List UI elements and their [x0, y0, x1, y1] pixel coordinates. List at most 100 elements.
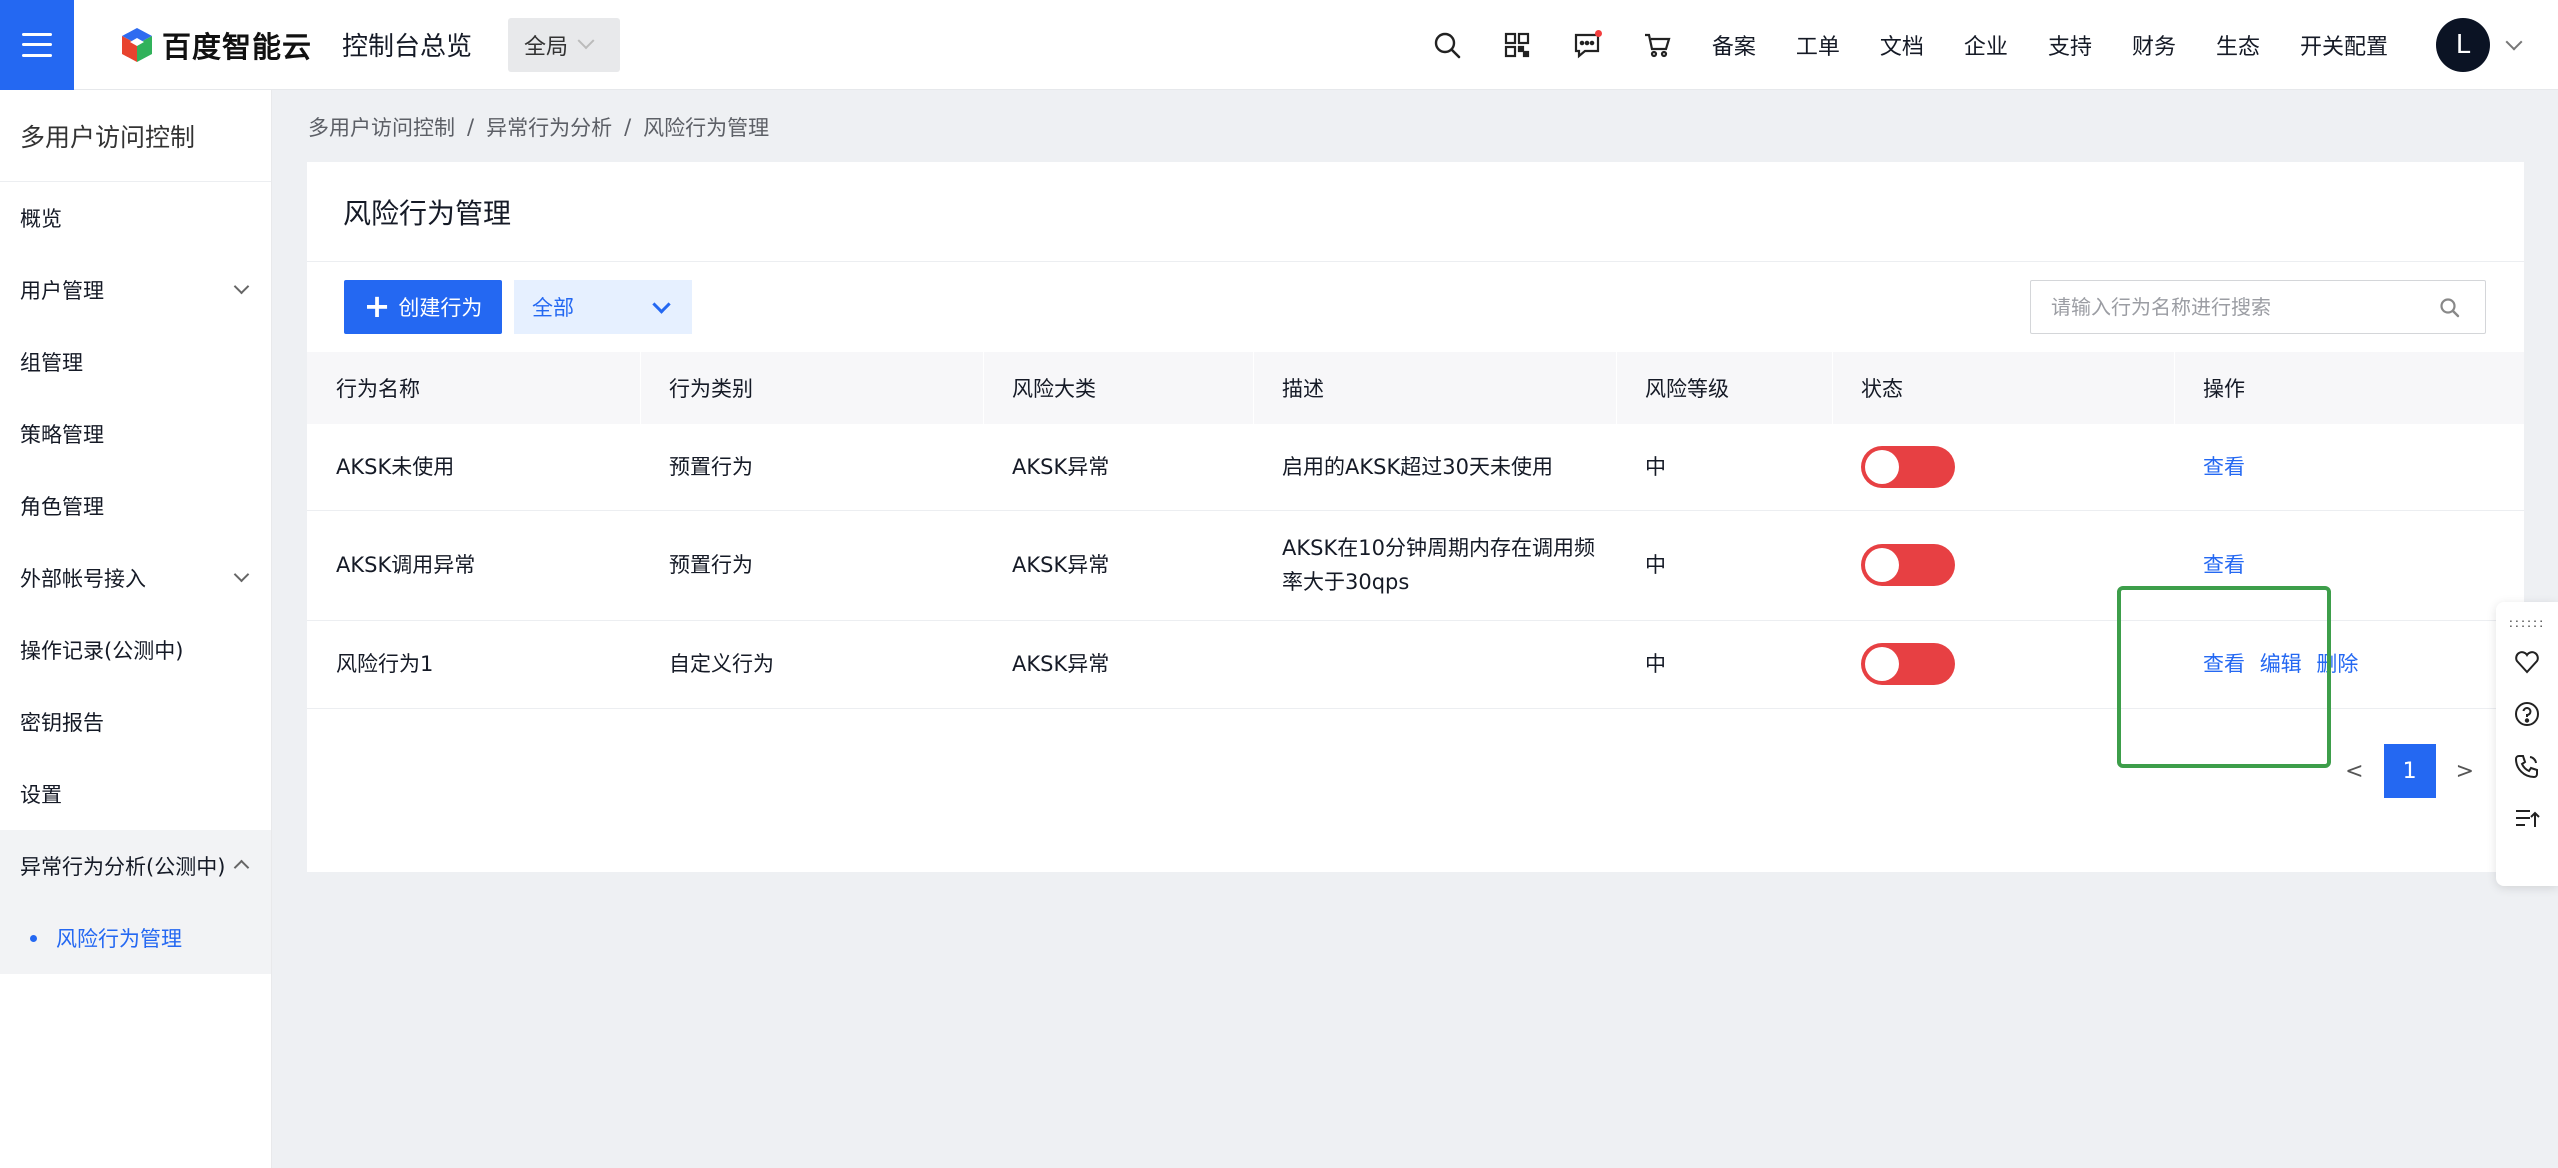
plus-icon: + — [363, 286, 391, 325]
cell-status — [1832, 424, 2174, 511]
view-link[interactable]: 查看 — [2203, 455, 2245, 479]
sidebar-title: 多用户访问控制 — [0, 90, 271, 182]
breadcrumb: 多用户访问控制 / 异常行为分析 / 风险行为管理 — [308, 112, 769, 142]
column-header-risk-level: 风险等级 — [1616, 352, 1832, 424]
status-toggle[interactable] — [1861, 643, 1955, 685]
toggle-knob — [1865, 548, 1899, 582]
page-title: 风险行为管理 — [307, 162, 2524, 262]
create-behavior-button[interactable]: + 创建行为 — [344, 280, 502, 334]
nav-switch-config[interactable]: 开关配置 — [2300, 29, 2388, 61]
sidebar-item-external-accounts[interactable]: 外部帐号接入 — [0, 542, 271, 614]
search-box — [2030, 280, 2486, 334]
cell-category: 自定义行为 — [640, 620, 983, 709]
breadcrumb-separator: / — [624, 115, 632, 139]
console-overview-link[interactable]: 控制台总览 — [342, 26, 472, 63]
back-to-top-icon[interactable] — [2507, 792, 2547, 844]
nav-finance[interactable]: 财务 — [2132, 29, 2176, 61]
cell-description — [1253, 620, 1616, 709]
page-number-current[interactable]: 1 — [2383, 744, 2436, 798]
region-value: 全局 — [524, 34, 569, 60]
category-filter-select[interactable]: 全部 — [514, 280, 692, 334]
column-header-category: 行为类别 — [640, 352, 983, 424]
toggle-knob — [1865, 647, 1899, 681]
nav-support[interactable]: 支持 — [2048, 29, 2092, 61]
toolbar: + 创建行为 全部 — [344, 280, 692, 334]
cell-name: AKSK调用异常 — [307, 510, 640, 621]
nav-enterprise[interactable]: 企业 — [1964, 29, 2008, 61]
favorite-icon[interactable] — [2507, 636, 2547, 688]
chevron-down-icon[interactable] — [2505, 33, 2523, 50]
column-header-status: 状态 — [1832, 352, 2174, 424]
search-icon[interactable] — [2439, 297, 2461, 319]
breadcrumb-item[interactable]: 多用户访问控制 — [308, 112, 455, 142]
sidebar-item-operation-logs[interactable]: 操作记录(公测中) — [0, 614, 271, 686]
sidebar-item-label: 外部帐号接入 — [20, 567, 146, 591]
sidebar-item-policies[interactable]: 策略管理 — [0, 398, 271, 470]
phone-icon[interactable] — [2507, 740, 2547, 792]
chevron-down-icon — [652, 295, 671, 314]
column-header-actions: 操作 — [2174, 352, 2524, 424]
cell-risk-level: 中 — [1616, 510, 1832, 621]
chevron-down-icon — [233, 566, 250, 583]
sidebar-item-overview[interactable]: 概览 — [0, 182, 271, 254]
cell-risk-type: AKSK异常 — [983, 510, 1253, 621]
sidebar-item-label: 组管理 — [20, 351, 83, 375]
next-page-button[interactable]: > — [2456, 759, 2474, 784]
sidebar-item-anomaly-analysis[interactable]: 异常行为分析(公测中) — [0, 830, 271, 902]
create-behavior-label: 创建行为 — [398, 296, 483, 320]
user-avatar[interactable]: L — [2436, 17, 2490, 72]
filter-value: 全部 — [532, 296, 574, 320]
region-selector[interactable]: 全局 — [508, 17, 621, 72]
view-link[interactable]: 查看 — [2203, 553, 2245, 577]
hamburger-menu-button[interactable] — [0, 0, 74, 90]
sidebar: 多用户访问控制 概览 用户管理 组管理 策略管理 角色管理 外部帐号接入 操作记… — [0, 90, 272, 1168]
sidebar-item-users[interactable]: 用户管理 — [0, 254, 271, 326]
edit-link[interactable]: 编辑 — [2260, 652, 2302, 676]
delete-link[interactable]: 删除 — [2316, 652, 2358, 676]
column-header-risk-type: 风险大类 — [983, 352, 1253, 424]
cell-actions: 查看 — [2174, 510, 2524, 621]
table-row: AKSK未使用 预置行为 AKSK异常 启用的AKSK超过30天未使用 中 查看 — [307, 424, 2524, 511]
risk-behavior-table: 行为名称 行为类别 风险大类 描述 风险等级 状态 操作 AKSK未使用 预置行… — [307, 352, 2524, 709]
sidebar-item-key-report[interactable]: 密钥报告 — [0, 686, 271, 758]
column-header-name: 行为名称 — [336, 377, 420, 401]
sidebar-item-roles[interactable]: 角色管理 — [0, 470, 271, 542]
sidebar-item-label: 异常行为分析(公测中) — [20, 855, 226, 879]
help-icon[interactable] — [2507, 688, 2547, 740]
sidebar-item-settings[interactable]: 设置 — [0, 758, 271, 830]
sidebar-subitem-label: 风险行为管理 — [56, 927, 182, 951]
search-input[interactable] — [2051, 295, 2431, 319]
chevron-up-icon — [233, 859, 250, 876]
status-toggle[interactable] — [1861, 445, 1955, 488]
cell-risk-level: 中 — [1616, 424, 1832, 511]
chevron-down-icon — [233, 278, 250, 295]
nav-ticket[interactable]: 工单 — [1796, 29, 1840, 61]
cell-status — [1832, 510, 2174, 621]
cell-actions: 查看 — [2174, 424, 2524, 511]
cell-actions: 查看 编辑 删除 — [2174, 620, 2524, 709]
nav-ecosystem[interactable]: 生态 — [2216, 29, 2260, 61]
qrcode-icon[interactable] — [1493, 21, 1541, 69]
sidebar-item-groups[interactable]: 组管理 — [0, 326, 271, 398]
column-header-description: 描述 — [1253, 352, 1616, 424]
sidebar-item-label: 用户管理 — [20, 279, 104, 303]
breadcrumb-item[interactable]: 异常行为分析 — [486, 112, 612, 142]
cell-risk-level: 中 — [1616, 620, 1832, 709]
cell-description: 启用的AKSK超过30天未使用 — [1253, 424, 1616, 511]
baidu-cloud-logo[interactable]: 百度智能云 — [118, 24, 312, 66]
cell-risk-type: AKSK异常 — [983, 424, 1253, 511]
drag-handle-icon[interactable]: :::::: — [2509, 616, 2545, 636]
status-toggle[interactable] — [1861, 544, 1955, 586]
toggle-knob — [1865, 449, 1899, 484]
sidebar-item-label: 设置 — [20, 783, 62, 807]
nav-docs[interactable]: 文档 — [1880, 29, 1924, 61]
sidebar-subitem-risk-behavior[interactable]: 风险行为管理 — [0, 902, 271, 974]
prev-page-button[interactable]: < — [2345, 759, 2363, 784]
view-link[interactable]: 查看 — [2203, 652, 2245, 676]
search-icon[interactable] — [1423, 21, 1471, 69]
cell-category: 预置行为 — [640, 424, 983, 511]
sidebar-item-label: 密钥报告 — [20, 711, 104, 735]
nav-beian[interactable]: 备案 — [1712, 29, 1756, 61]
message-icon[interactable] — [1563, 21, 1611, 69]
cart-icon[interactable] — [1633, 21, 1681, 69]
